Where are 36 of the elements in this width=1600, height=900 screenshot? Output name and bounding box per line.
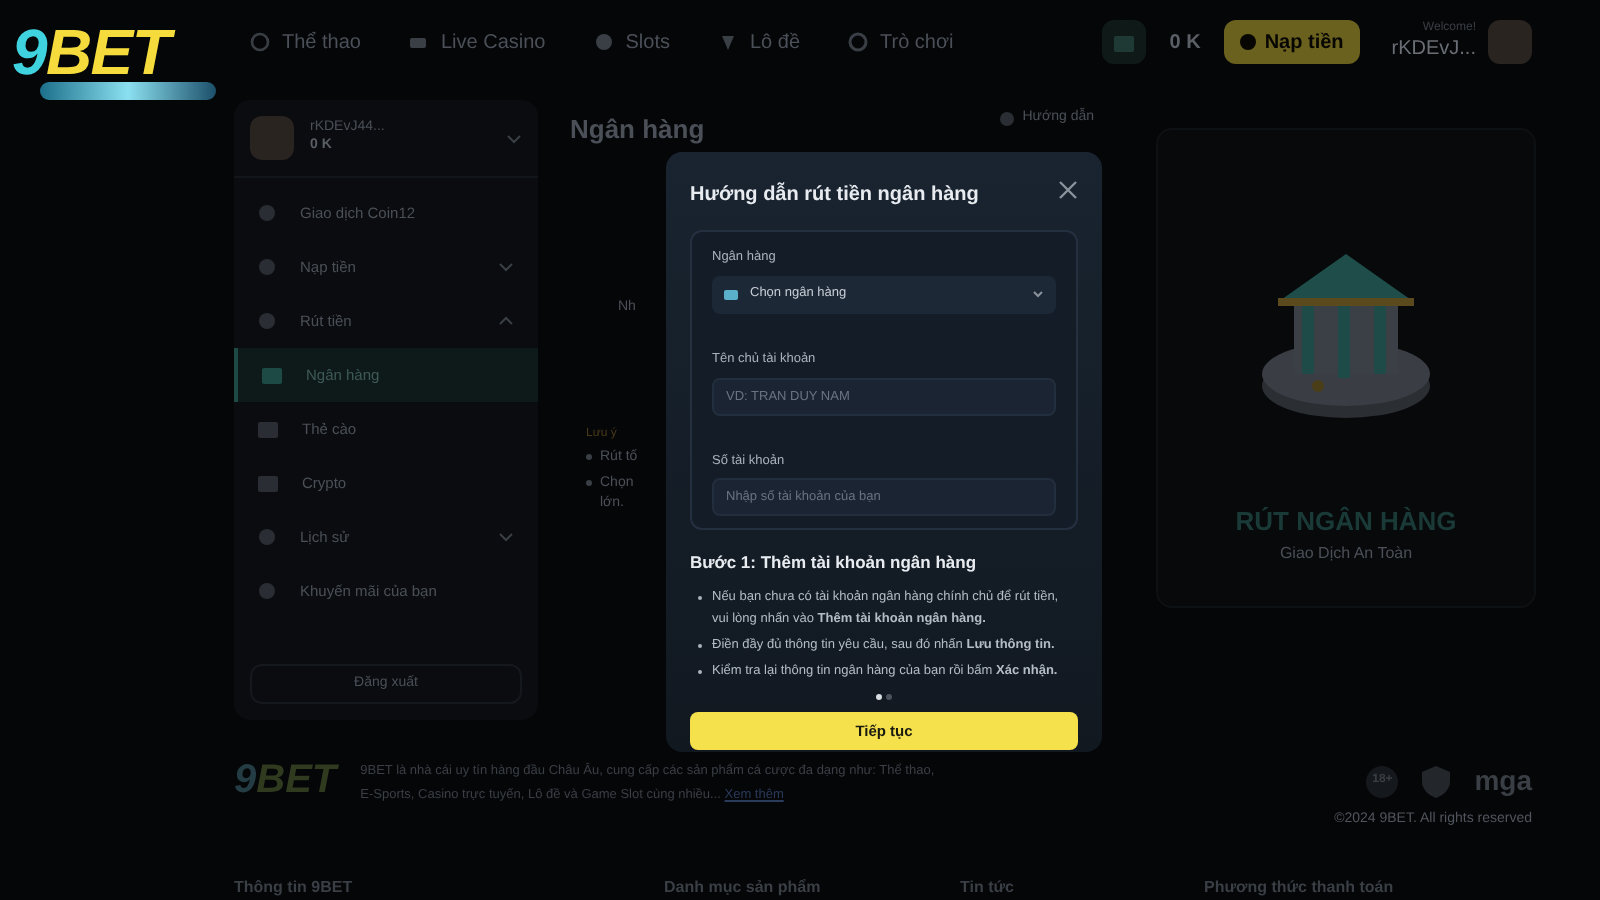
dialog-title: Hướng dẫn rút tiền ngân hàng [690,180,979,210]
card-icon [258,421,278,437]
footer-heading: Thông tin 9BET [234,876,355,900]
card-icon [724,289,738,300]
avatar [1488,20,1532,64]
nav-link[interactable]: Trò chơi [848,27,954,57]
bullet-icon [586,454,592,460]
chevron-up-icon [498,316,514,326]
balance-amount: 0 K [1169,29,1201,57]
wallet-icon [1101,20,1146,64]
step-title: Bước 1: Thêm tài khoản ngân hàng [690,550,979,576]
nav-link[interactable]: Live Casino [408,27,546,57]
help-icon [1000,111,1015,126]
deposit-button[interactable]: Nạp tiền [1224,20,1360,64]
nav-link[interactable]: Lô đề [717,27,801,57]
footer-heading: Danh mục sản phẩm [664,876,823,900]
chevron-down-icon [498,532,514,542]
nav-link[interactable]: Slots [593,27,670,57]
username: rKDEvJ... [1391,37,1476,62]
card-icon [262,367,282,383]
card-icon [258,475,278,491]
footer-heading: Phương thức thanh toán [1204,876,1394,900]
avatar [250,116,294,160]
chevron-down-icon [506,133,522,143]
footer-heading: Tin tức [960,876,1016,900]
shield-icon [1422,765,1451,797]
chevron-down-icon [1032,290,1044,299]
plus-circle-icon [1240,34,1257,50]
logo: 9BET [12,20,170,84]
chevron-down-icon [498,262,514,272]
page-title: Ngân hàng [570,112,705,149]
nav-link[interactable]: Thể thao [250,27,361,57]
close-button[interactable] [1058,179,1078,199]
promo-subtitle: Giao Dịch An Toàn [1279,541,1413,565]
license-logo: mga [1474,762,1532,800]
bullet-icon [586,479,592,485]
